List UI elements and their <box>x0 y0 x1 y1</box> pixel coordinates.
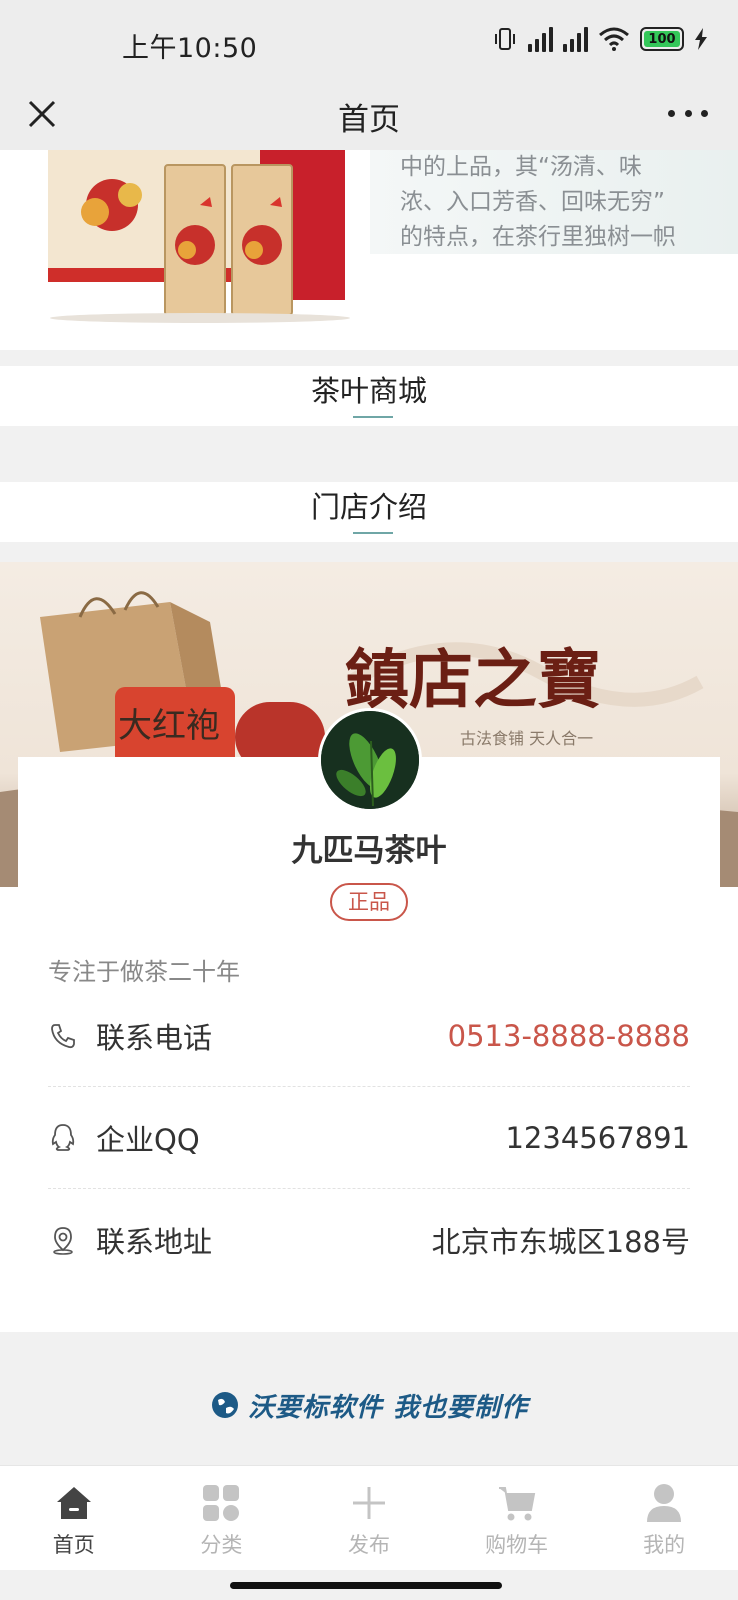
section-title-store-intro: 门店介绍 <box>310 490 427 524</box>
section-underline <box>353 416 393 418</box>
section-underline <box>353 532 393 534</box>
screen: 上午10:50 100 首页 中的上品，其“汤清、味 浓、入口芳香、回味无穷” … <box>0 0 738 1600</box>
qq-label: 企业QQ <box>96 1122 200 1157</box>
more-dot <box>701 109 708 117</box>
contact-phone-value[interactable]: 0513-8888-8888 <box>448 1019 690 1053</box>
status-bar: 上午10:50 100 <box>0 0 738 80</box>
brand-footer-link[interactable]: 沃要标软件 我也要制作 <box>0 1385 738 1425</box>
battery-icon: 100 <box>640 27 684 51</box>
more-dot <box>668 109 675 117</box>
promo-text-box: 中的上品，其“汤清、味 浓、入口芳香、回味无穷” 的特点，在茶行里独树一帜 <box>370 150 738 254</box>
tab-label: 分类 <box>200 1533 243 1557</box>
tab-label: 发布 <box>347 1533 390 1557</box>
section-title-shop: 茶叶商城 <box>310 374 427 408</box>
category-grid-icon <box>199 1481 243 1525</box>
store-name: 九匹马茶叶 <box>291 833 447 869</box>
promo-line: 中的上品，其“汤清、味 <box>400 154 642 180</box>
cart-icon <box>495 1481 539 1525</box>
promo-line: 的特点，在茶行里独树一帜 <box>400 224 676 250</box>
promo-line: 浓、入口芳香、回味无穷” <box>400 189 665 215</box>
vibrate-icon <box>495 28 515 50</box>
signal-icon-2 <box>563 26 588 52</box>
tab-label: 首页 <box>52 1533 95 1557</box>
svg-text:古法食铺 天人合一: 古法食铺 天人合一 <box>460 729 593 748</box>
genuine-badge: 正品 <box>330 883 408 921</box>
home-indicator[interactable] <box>230 1582 502 1589</box>
tab-publish[interactable]: 发布 <box>295 1466 443 1570</box>
more-button[interactable] <box>668 98 708 128</box>
tab-label: 购物车 <box>485 1533 549 1557</box>
tab-cart[interactable]: 购物车 <box>443 1466 591 1570</box>
promo-description: 中的上品，其“汤清、味 浓、入口芳香、回味无穷” 的特点，在茶行里独树一帜 <box>400 150 720 255</box>
tea-gift-box-image <box>48 150 350 323</box>
qq-icon <box>48 1123 78 1153</box>
address-row[interactable]: 联系地址 北京市东城区188号 <box>48 1189 690 1291</box>
tab-label: 我的 <box>643 1533 686 1557</box>
qq-row[interactable]: 企业QQ 1234567891 <box>48 1087 690 1189</box>
plus-icon <box>347 1481 391 1525</box>
address-value: 北京市东城区188号 <box>431 1225 690 1259</box>
status-time: 上午10:50 <box>122 33 258 64</box>
brand-text: 沃要标软件 我也要制作 <box>247 1392 529 1423</box>
phone-icon <box>48 1021 78 1051</box>
section-header-shop[interactable]: 茶叶商城 <box>0 366 738 426</box>
charging-icon <box>695 28 707 50</box>
tab-home[interactable]: 首页 <box>0 1466 148 1570</box>
signal-icon <box>528 26 553 52</box>
home-icon <box>52 1481 96 1525</box>
tab-category[interactable]: 分类 <box>148 1466 296 1570</box>
store-tagline: 专注于做茶二十年 <box>48 958 240 986</box>
section-header-store-intro[interactable]: 门店介绍 <box>0 482 738 542</box>
svg-text:鎮店之寶: 鎮店之寶 <box>345 643 601 718</box>
contact-phone-row[interactable]: 联系电话 0513-8888-8888 <box>48 985 690 1087</box>
tab-mine[interactable]: 我的 <box>590 1466 738 1570</box>
page-title: 首页 <box>338 102 400 138</box>
svg-text:大红袍: 大红袍 <box>118 706 220 746</box>
title-bar: 首页 <box>0 80 738 150</box>
contact-phone-label: 联系电话 <box>96 1020 213 1055</box>
status-icons: 100 <box>492 26 708 52</box>
bottom-tab-bar: 首页 分类 发布 购物车 我的 <box>0 1465 738 1570</box>
battery-level: 100 <box>644 31 680 47</box>
globe-logo-icon <box>211 1392 238 1418</box>
store-avatar[interactable] <box>318 708 422 812</box>
user-icon <box>642 1481 686 1525</box>
wifi-icon <box>599 27 629 51</box>
qq-value: 1234567891 <box>505 1120 690 1155</box>
address-label: 联系地址 <box>96 1225 213 1259</box>
more-dot <box>684 109 692 117</box>
promo-banner[interactable]: 中的上品，其“汤清、味 浓、入口芳香、回味无穷” 的特点，在茶行里独树一帜 <box>0 150 738 350</box>
location-icon <box>48 1225 78 1255</box>
